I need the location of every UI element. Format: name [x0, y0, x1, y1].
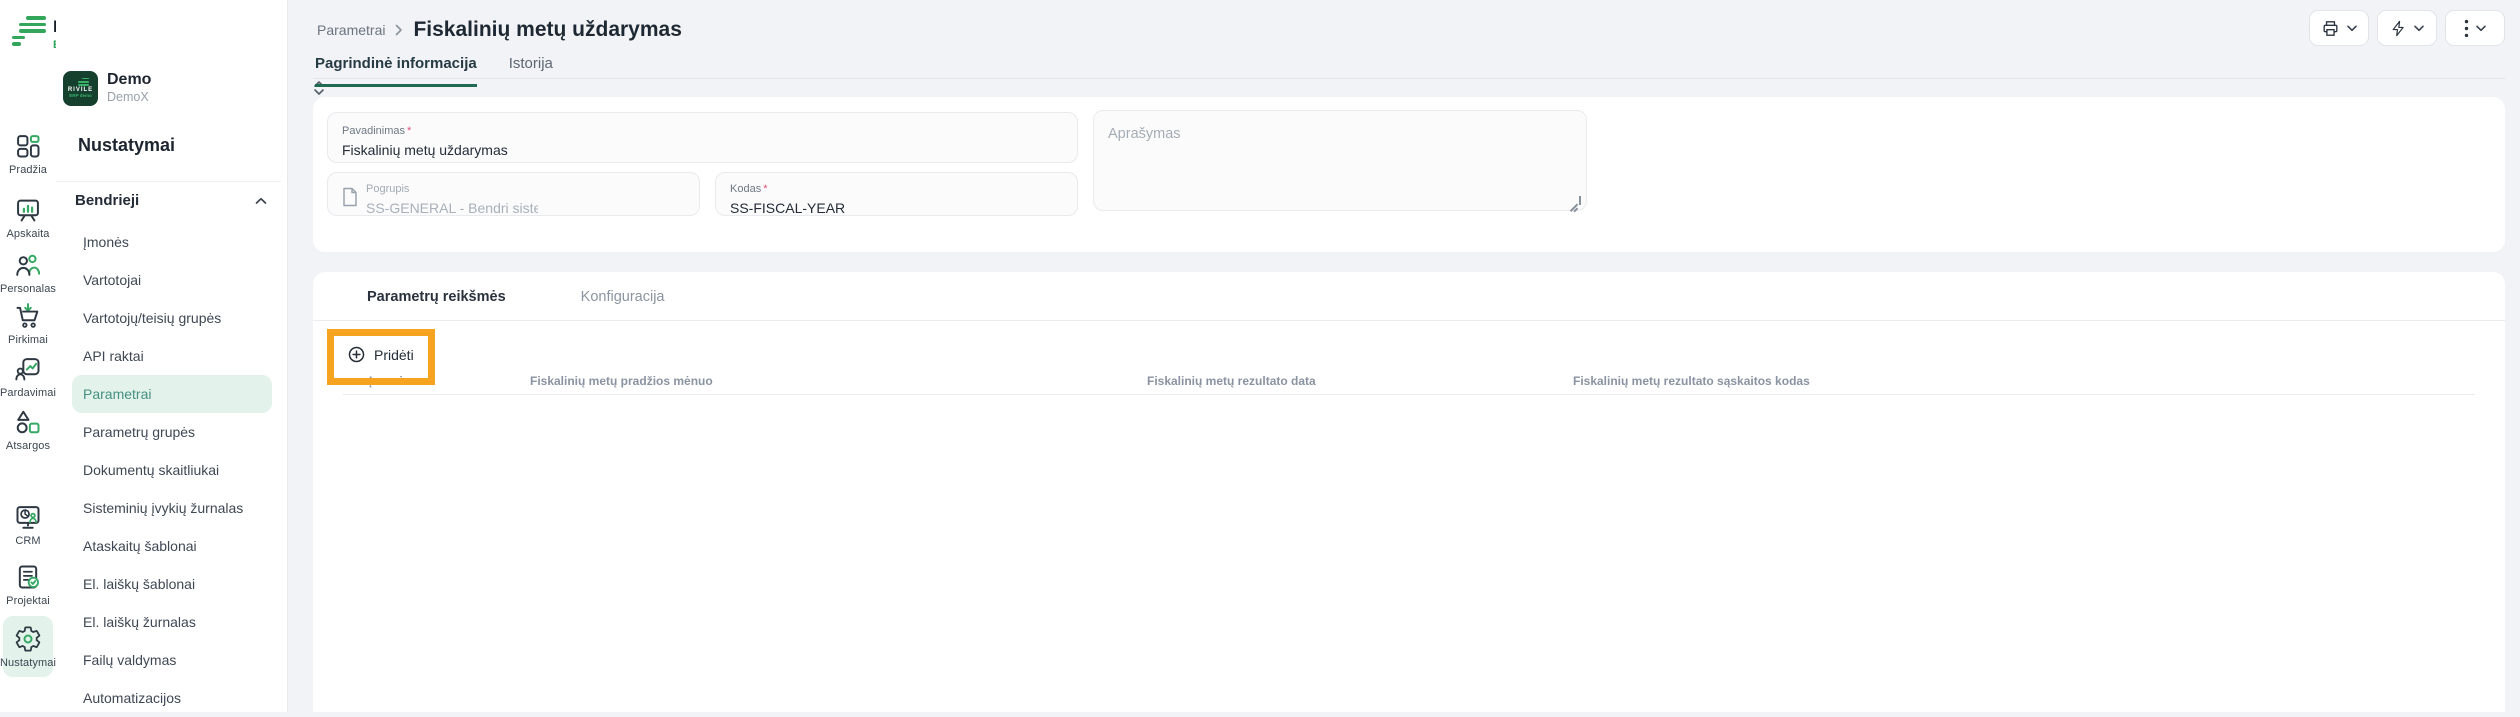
tab-parametru-reiksmes[interactable]: Parametrų reikšmės — [367, 283, 506, 311]
sidebar-item-api-raktai[interactable]: API raktai — [56, 337, 287, 375]
tab-pagrindine-informacija[interactable]: Pagrindinė informacija — [315, 55, 477, 87]
tabs-divider — [313, 78, 2505, 79]
subgroup-field-label: Pogrupis — [366, 183, 409, 195]
settings-sidebar: RIVILE ERP demo Demo DemoX Nustatymai Be… — [56, 0, 287, 712]
code-field[interactable]: Kodas* — [715, 172, 1078, 216]
breadcrumb-parent[interactable]: Parametrai — [317, 22, 385, 38]
rail-item-personalas[interactable]: Personalas — [0, 251, 56, 295]
column-header-fiscal-result-date: Fiskalinių metų rezultato data — [1147, 374, 1316, 388]
name-field-label: Pavadinimas* — [342, 125, 411, 137]
rail-item-nustatymai[interactable]: Nustatymai — [3, 616, 53, 677]
main-info-card: Pavadinimas* Pogrupis Kodas* — [313, 97, 2505, 252]
chevron-down-icon — [2414, 25, 2424, 32]
code-input[interactable] — [730, 200, 1060, 216]
lightning-icon — [2390, 19, 2407, 38]
rail-item-pirkimai[interactable]: Pirkimai — [0, 302, 56, 346]
sidebar-item-dokumentu-skaitliukai[interactable]: Dokumentų skaitliukai — [56, 451, 287, 489]
required-asterisk: * — [763, 183, 767, 195]
table-header-row: Įmonė Fiskalinių metų pradžios mėnuo Fis… — [313, 374, 2505, 394]
column-header-fiscal-result-account-code: Fiskalinių metų rezultato sąskaitos koda… — [1573, 374, 1810, 388]
workspace-selector[interactable]: RIVILE ERP demo Demo DemoX — [63, 68, 337, 108]
column-header-imone: Įmonė — [369, 374, 404, 388]
sidebar-item-imones[interactable]: Įmonės — [56, 223, 287, 261]
document-icon — [342, 187, 358, 207]
gear-icon — [14, 625, 42, 653]
subgroup-field[interactable]: Pogrupis — [327, 172, 700, 216]
subgroup-input[interactable] — [366, 200, 538, 216]
table-header-divider — [343, 394, 2475, 395]
sidebar-item-el-laisku-zurnalas[interactable]: El. laiškų žurnalas — [56, 603, 287, 641]
parameter-values-card: Parametrų reikšmės Konfiguracija Pridėti… — [313, 272, 2505, 712]
cart-icon — [14, 302, 42, 330]
sidebar-item-vartotoju-teisiu-grupes[interactable]: Vartotojų/teisių grupės — [56, 299, 287, 337]
name-input[interactable] — [342, 142, 1040, 158]
chevron-down-icon — [2347, 25, 2357, 32]
workspace-company: DemoX — [107, 90, 313, 105]
rail-item-crm[interactable]: CRM — [0, 503, 56, 547]
sidebar-item-vartotojai[interactable]: Vartotojai — [56, 261, 287, 299]
icon-rail: RIVILE ERP Pradžia Apskaita Personalas — [0, 0, 56, 712]
rail-item-pradzia[interactable]: Pradžia — [0, 132, 56, 176]
page-title: Fiskalinių metų uždarymas — [413, 18, 681, 42]
name-field[interactable]: Pavadinimas* — [327, 112, 1078, 163]
print-button[interactable] — [2309, 10, 2369, 46]
sidebar-item-sisteminiu-ivykiu-zurnalas[interactable]: Sisteminių įvykių žurnalas — [56, 489, 287, 527]
detail-tabs: Parametrų reikšmės Konfiguracija — [367, 283, 664, 311]
logo-bars-icon — [12, 13, 46, 51]
sidebar-item-el-laisku-sablonai[interactable]: El. laiškų šablonai — [56, 565, 287, 603]
sales-chart-icon — [14, 355, 42, 383]
add-button[interactable]: Pridėti — [348, 346, 414, 363]
code-field-label: Kodas* — [730, 183, 767, 195]
rail-item-pardavimai[interactable]: Pardavimai — [0, 355, 56, 399]
tab-istorija[interactable]: Istorija — [509, 55, 553, 87]
breadcrumb: Parametrai Fiskalinių metų uždarymas — [317, 18, 682, 42]
rail-item-atsargos[interactable]: Atsargos — [0, 408, 56, 452]
sidebar-item-ataskaitu-sablonai[interactable]: Ataskaitų šablonai — [56, 527, 287, 565]
sidebar-item-failu-valdymas[interactable]: Failų valdymas — [56, 641, 287, 679]
crm-monitor-icon — [14, 503, 42, 531]
sidebar-item-parametrai[interactable]: Parametrai — [72, 375, 272, 413]
workspace-logo: RIVILE ERP demo — [63, 71, 98, 106]
kebab-menu-icon — [2464, 19, 2469, 38]
sidebar-heading: Nustatymai — [78, 135, 175, 156]
document-check-icon — [14, 563, 42, 591]
description-field[interactable] — [1093, 110, 1587, 211]
shapes-icon — [14, 408, 42, 436]
required-asterisk: * — [407, 125, 411, 137]
add-button-label: Pridėti — [374, 347, 414, 363]
tab-konfiguracija[interactable]: Konfiguracija — [581, 283, 665, 311]
sidebar-item-parametru-grupes[interactable]: Parametrų grupės — [56, 413, 287, 451]
actions-button[interactable] — [2377, 10, 2437, 46]
page-toolbar — [2309, 10, 2505, 46]
sidebar-divider — [287, 0, 288, 712]
breadcrumb-chevron-icon — [395, 24, 403, 36]
resize-handle[interactable] — [1570, 196, 1581, 205]
sidebar-menu-list: Įmonės Vartotojai Vartotojų/teisių grupė… — [56, 223, 287, 717]
description-textarea[interactable] — [1094, 111, 1586, 210]
people-icon — [14, 251, 42, 279]
printer-icon — [2321, 19, 2340, 38]
accounting-board-icon — [14, 196, 42, 224]
chevron-down-icon — [2476, 25, 2486, 32]
sidebar-item-automatizacijos[interactable]: Automatizacijos — [56, 679, 287, 717]
page-tabs: Pagrindinė informacija Istorija — [315, 55, 553, 87]
rail-item-projektai[interactable]: Projektai — [0, 563, 56, 607]
chevron-up-icon — [255, 197, 267, 205]
workspace-name: Demo — [107, 71, 313, 89]
detail-tabs-divider — [313, 320, 2505, 321]
more-options-button[interactable] — [2445, 10, 2505, 46]
plus-circle-icon — [348, 346, 365, 363]
rail-item-apskaita[interactable]: Apskaita — [0, 196, 56, 240]
home-grid-icon — [14, 132, 42, 160]
column-header-fiscal-start-month: Fiskalinių metų pradžios mėnuo — [530, 374, 713, 388]
sidebar-section-bendrieji[interactable]: Bendrieji — [56, 181, 281, 209]
